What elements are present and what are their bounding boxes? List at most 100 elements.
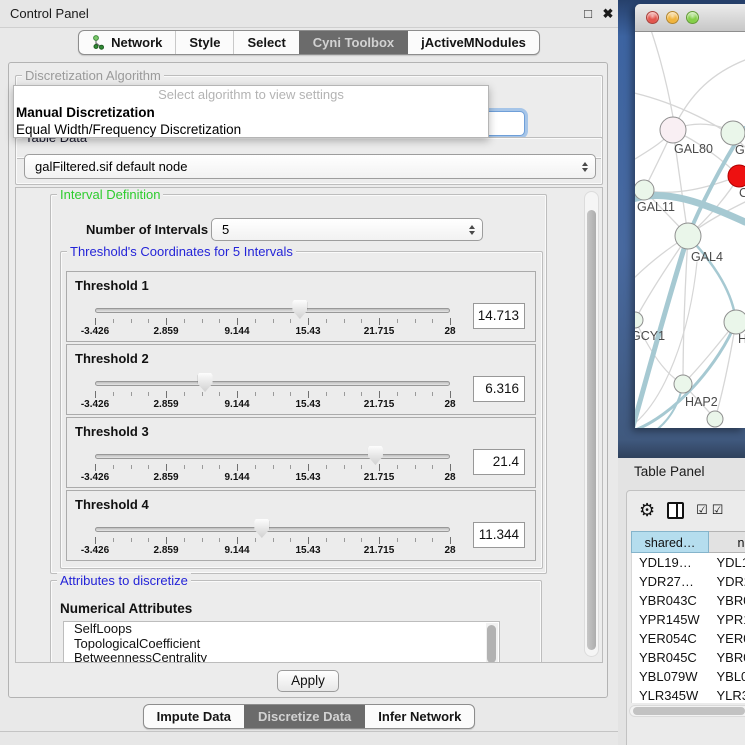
network-icon — [92, 35, 105, 50]
panel-title: Control Panel — [0, 6, 578, 21]
tab-select[interactable]: Select — [233, 31, 298, 54]
tick-mark — [450, 391, 451, 398]
zoom-traffic-light-icon[interactable] — [686, 11, 699, 24]
tick-mark — [202, 465, 203, 469]
table-row[interactable]: YER054CYER0 — [632, 629, 745, 648]
threshold-value-field[interactable]: 11.344 — [473, 522, 525, 548]
tick-mark — [308, 318, 309, 325]
tab-style[interactable]: Style — [175, 31, 233, 54]
threshold-box-3: Threshold 3-3.4262.8599.14415.4321.71528… — [66, 417, 536, 488]
table-row[interactable]: YBR043CYBR0 — [632, 591, 745, 610]
table-row[interactable]: YBL079WYBL0 — [632, 667, 745, 686]
tick-label: -3.426 — [81, 399, 109, 410]
network-window-titlebar[interactable] — [635, 4, 745, 32]
threshold-value-field[interactable]: 21.4 — [473, 449, 525, 475]
tick-mark — [202, 319, 203, 323]
list-item[interactable]: SelfLoops — [64, 622, 499, 637]
tab-impute-data[interactable]: Impute Data — [144, 705, 244, 728]
tick-mark — [344, 465, 345, 469]
list-item[interactable]: BetweennessCentrality — [64, 651, 499, 663]
tick-mark — [131, 319, 132, 323]
checkbox-icon[interactable]: ☑ — [696, 502, 708, 518]
network-node-hap2[interactable] — [674, 375, 692, 393]
tab-network[interactable]: Network — [79, 31, 175, 54]
apply-button[interactable]: Apply — [277, 670, 339, 692]
tab-infer-network[interactable]: Infer Network — [364, 705, 474, 728]
control-panel-titlebar: Control Panel □ ✖ — [0, 0, 618, 28]
close-traffic-light-icon[interactable] — [646, 11, 659, 24]
slider-thumb[interactable] — [368, 446, 383, 465]
table-hscrollbar[interactable] — [629, 705, 745, 717]
table-cell: YPR145W — [632, 610, 709, 629]
slider-thumb[interactable] — [198, 373, 213, 392]
tick-mark — [379, 391, 380, 398]
network-node-h[interactable] — [724, 310, 745, 334]
tick-mark — [95, 318, 96, 325]
network-node-gal4[interactable] — [675, 223, 701, 249]
slider-track[interactable] — [95, 527, 450, 532]
table-data-combobox[interactable]: galFiltered.sif default node — [24, 154, 596, 179]
table-row[interactable]: YDL19…YDL1 — [632, 553, 745, 572]
right-side: GAL80GACGAL11GAL4GCY1HHAP2 Table Panel ⚙… — [618, 0, 745, 745]
tick-mark — [273, 538, 274, 542]
slider-track[interactable] — [95, 308, 450, 313]
tick-mark — [415, 392, 416, 396]
list-item[interactable]: TopologicalCoefficient — [64, 637, 499, 652]
table-row[interactable]: YBR045CYBR0 — [632, 648, 745, 667]
close-icon[interactable]: ✖ — [598, 6, 618, 22]
tick-label: -3.426 — [81, 545, 109, 556]
tab-discretize-data[interactable]: Discretize Data — [244, 705, 364, 728]
stepper-icon — [579, 162, 595, 172]
content-scrollbar[interactable] — [584, 191, 599, 657]
network-node-gal11[interactable] — [635, 180, 654, 200]
column-header[interactable]: na — [709, 531, 745, 553]
list-scrollbar[interactable] — [486, 623, 498, 663]
table-row[interactable]: YDR27…YDR2 — [632, 572, 745, 591]
scrollbar-thumb[interactable] — [633, 707, 745, 715]
split-panel-icon[interactable] — [667, 502, 684, 519]
tick-mark — [219, 465, 220, 469]
settings-scroll-area: Interval Definition Number of Intervals … — [15, 187, 603, 663]
dropdown-option-equal-width-frequency-discretization[interactable]: Equal Width/Frequency Discretization — [14, 121, 488, 138]
dropdown-option-manual-discretization[interactable]: Manual Discretization — [14, 104, 488, 121]
network-node-c[interactable] — [728, 165, 745, 187]
tab-jactivemnodules[interactable]: jActiveMNodules — [407, 31, 539, 54]
table-cell: YBL0 — [709, 667, 745, 686]
float-icon[interactable]: □ — [578, 6, 598, 21]
network-node-gal80[interactable] — [660, 117, 686, 143]
slider-thumb[interactable] — [292, 300, 307, 319]
threshold-box-4: Threshold 4-3.4262.8599.14415.4321.71528… — [66, 490, 536, 561]
tick-label: 28 — [444, 326, 455, 337]
tab-label: Select — [247, 35, 285, 50]
network-canvas[interactable]: GAL80GACGAL11GAL4GCY1HHAP2 — [635, 32, 745, 428]
tick-mark — [202, 538, 203, 542]
tick-mark — [415, 319, 416, 323]
slider-track[interactable] — [95, 454, 450, 459]
threshold-value-field[interactable]: 14.713 — [473, 303, 525, 329]
slider-track[interactable] — [95, 381, 450, 386]
network-node-gcy1[interactable] — [635, 312, 643, 328]
checkbox-icon[interactable]: ☑ — [712, 502, 724, 518]
slider-thumb[interactable] — [254, 519, 269, 538]
network-node[interactable] — [707, 411, 723, 427]
tab-cyni-toolbox[interactable]: Cyni Toolbox — [299, 31, 407, 54]
threshold-value-field[interactable]: 6.316 — [473, 376, 525, 402]
column-header[interactable]: shared… — [631, 531, 709, 553]
node-label: GAL80 — [674, 142, 713, 156]
threshold-label: Threshold 4 — [75, 497, 149, 512]
tick-mark — [361, 465, 362, 469]
number-of-intervals-combobox[interactable]: 5 — [211, 218, 483, 241]
gear-icon[interactable]: ⚙ — [639, 501, 655, 519]
tick-mark — [308, 537, 309, 544]
tab-label: Impute Data — [157, 709, 231, 724]
attributes-list[interactable]: SelfLoopsTopologicalCoefficientBetweenne… — [63, 621, 500, 663]
minimize-traffic-light-icon[interactable] — [666, 11, 679, 24]
table-row[interactable]: YPR145WYPR1 — [632, 610, 745, 629]
tick-label: 15.43 — [295, 472, 320, 483]
network-node-ga[interactable] — [721, 121, 745, 145]
table-row[interactable]: YLR345WYLR3 — [632, 686, 745, 703]
tick-mark — [308, 464, 309, 471]
scrollbar-thumb[interactable] — [587, 210, 596, 650]
tick-mark — [397, 392, 398, 396]
table-cell: YPR1 — [709, 610, 745, 629]
